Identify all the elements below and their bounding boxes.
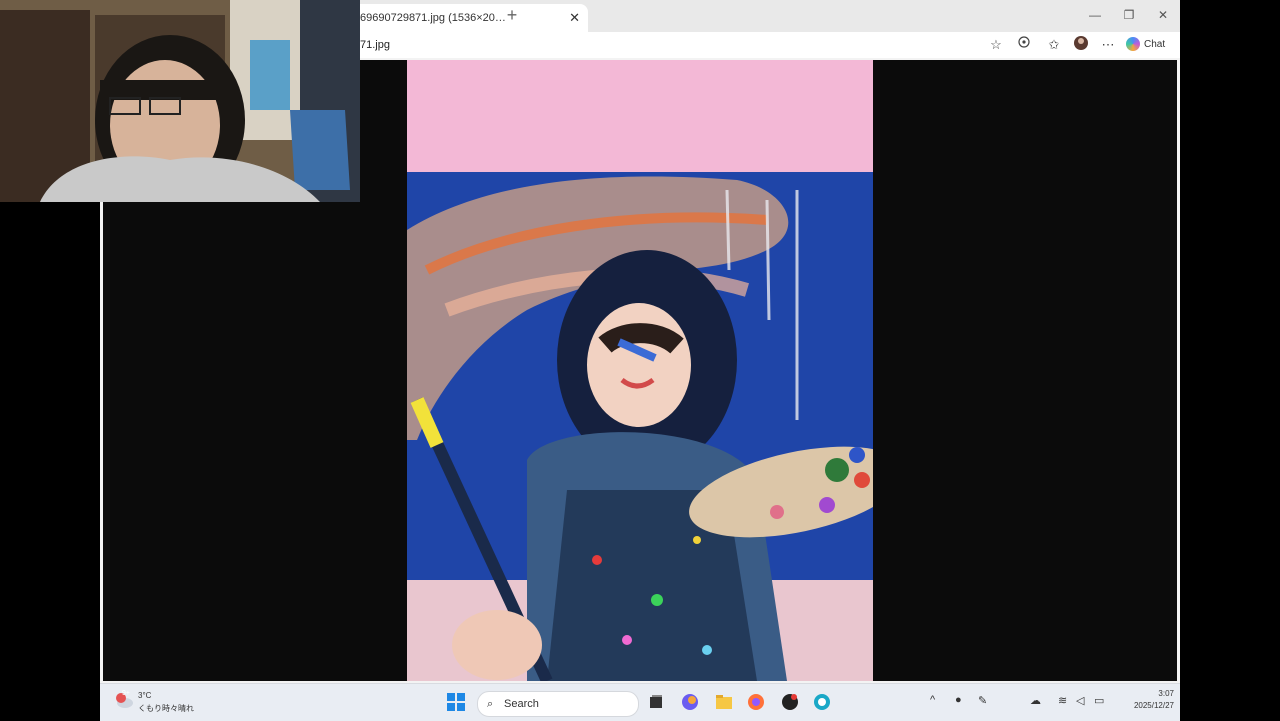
tab-title: 69690729871.jpg (1536×20… — [360, 12, 506, 24]
taskbar-clock[interactable]: 3:07 2025/12/27 — [1110, 688, 1174, 712]
copilot-icon — [1126, 37, 1140, 52]
copilot-chat-button[interactable]: Chat — [1126, 35, 1172, 55]
clock-time: 3:07 — [1158, 689, 1174, 698]
tab-close-button[interactable]: ✕ — [569, 4, 580, 32]
task-view-icon[interactable] — [646, 692, 668, 714]
onedrive-icon[interactable]: ☁ — [1030, 694, 1041, 707]
profile-icon[interactable] — [1070, 35, 1092, 55]
file-explorer-icon[interactable] — [714, 692, 736, 714]
taskbar-search-box[interactable]: ⌕ Search — [477, 691, 639, 717]
microphone-icon[interactable]: ● — [955, 694, 962, 706]
weather-description: くもり時々晴れ — [138, 704, 194, 713]
search-icon: ⌕ — [487, 698, 494, 710]
pen-icon[interactable]: ✎ — [978, 694, 987, 707]
weather-widget[interactable]: 9+ 3°C くもり時々晴れ — [114, 688, 234, 718]
star-icon[interactable]: ☆ — [985, 35, 1007, 55]
webcam-overlay — [0, 0, 360, 202]
taskbar: 9+ 3°C くもり時々晴れ ⌕ Search ^ ● ✎ ☁ ≋ ◁ ▭ 3:… — [100, 683, 1180, 721]
edge-icon[interactable] — [812, 692, 834, 714]
app-icon[interactable] — [780, 692, 802, 714]
extension-icon[interactable] — [1013, 35, 1035, 55]
wifi-icon[interactable]: ≋ — [1058, 694, 1067, 707]
new-tab-button[interactable]: + — [498, 4, 526, 28]
copilot-app-icon[interactable] — [680, 692, 702, 714]
weather-badge: 9+ — [122, 690, 130, 697]
chat-label: Chat — [1144, 39, 1166, 50]
favorites-icon[interactable]: ✩ — [1043, 35, 1065, 55]
search-label: Search — [504, 698, 539, 710]
firefox-icon[interactable] — [746, 692, 768, 714]
minimize-button[interactable]: — — [1078, 0, 1112, 30]
volume-icon[interactable]: ◁ — [1076, 694, 1084, 707]
windows-start-icon[interactable] — [446, 692, 468, 714]
restore-button[interactable]: ❐ — [1112, 0, 1146, 30]
more-icon[interactable]: ⋯ — [1097, 35, 1119, 55]
weather-temperature: 3°C — [138, 691, 152, 700]
displayed-photo[interactable] — [407, 60, 873, 681]
address-bar[interactable]: 71.jpg — [360, 34, 1010, 56]
active-tab[interactable]: 69690729871.jpg (1536×20… ✕ — [348, 4, 588, 32]
tray-overflow-icon[interactable]: ^ — [930, 694, 935, 706]
close-window-button[interactable]: ✕ — [1146, 0, 1180, 30]
battery-icon[interactable]: ▭ — [1094, 694, 1104, 707]
clock-date: 2025/12/27 — [1133, 701, 1174, 710]
